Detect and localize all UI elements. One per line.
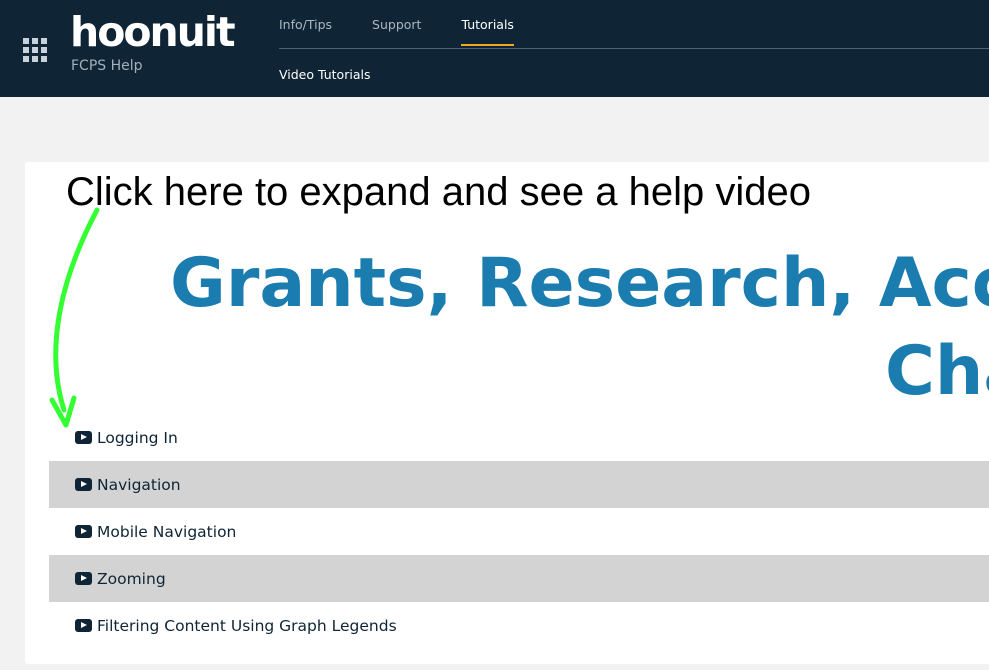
video-item-label: Filtering Content Using Graph Legends	[97, 616, 397, 635]
youtube-play-icon	[75, 525, 92, 538]
video-item-navigation[interactable]: Navigation	[49, 461, 989, 508]
logo-subtitle: FCPS Help	[71, 58, 143, 74]
page-title-continued: Cha	[885, 332, 989, 411]
video-item-label: Navigation	[97, 475, 181, 494]
video-item-filtering-content[interactable]: Filtering Content Using Graph Legends	[49, 602, 989, 649]
video-item-label: Mobile Navigation	[97, 522, 237, 541]
youtube-play-icon	[75, 619, 92, 632]
video-item-label: Zooming	[97, 569, 166, 588]
subnav-video-tutorials[interactable]: Video Tutorials	[279, 67, 370, 82]
video-item-mobile-navigation[interactable]: Mobile Navigation	[49, 508, 989, 555]
video-item-logging-in[interactable]: Logging In	[49, 414, 989, 461]
annotation-text: Click here to expand and see a help vide…	[66, 170, 811, 214]
video-item-zooming[interactable]: Zooming	[49, 555, 989, 602]
nav-info-tips[interactable]: Info/Tips	[279, 17, 332, 47]
logo[interactable]: hoonuit	[70, 8, 236, 56]
youtube-play-icon	[75, 431, 92, 444]
nav-divider	[279, 48, 989, 49]
nav-tutorials[interactable]: Tutorials	[461, 17, 515, 47]
main-nav: Info/Tips Support Tutorials	[279, 17, 554, 47]
video-list: Logging In Navigation Mobile Navigation …	[49, 414, 989, 649]
annotation-arrow	[49, 207, 100, 428]
video-item-label: Logging In	[97, 428, 178, 447]
youtube-play-icon	[75, 572, 92, 585]
nav-support[interactable]: Support	[372, 17, 421, 47]
page-title: Grants, Research, Accou	[170, 244, 989, 323]
youtube-play-icon	[75, 478, 92, 491]
top-navigation-bar: hoonuit FCPS Help Info/Tips Support Tuto…	[0, 0, 989, 97]
apps-grid-icon[interactable]	[23, 38, 47, 62]
